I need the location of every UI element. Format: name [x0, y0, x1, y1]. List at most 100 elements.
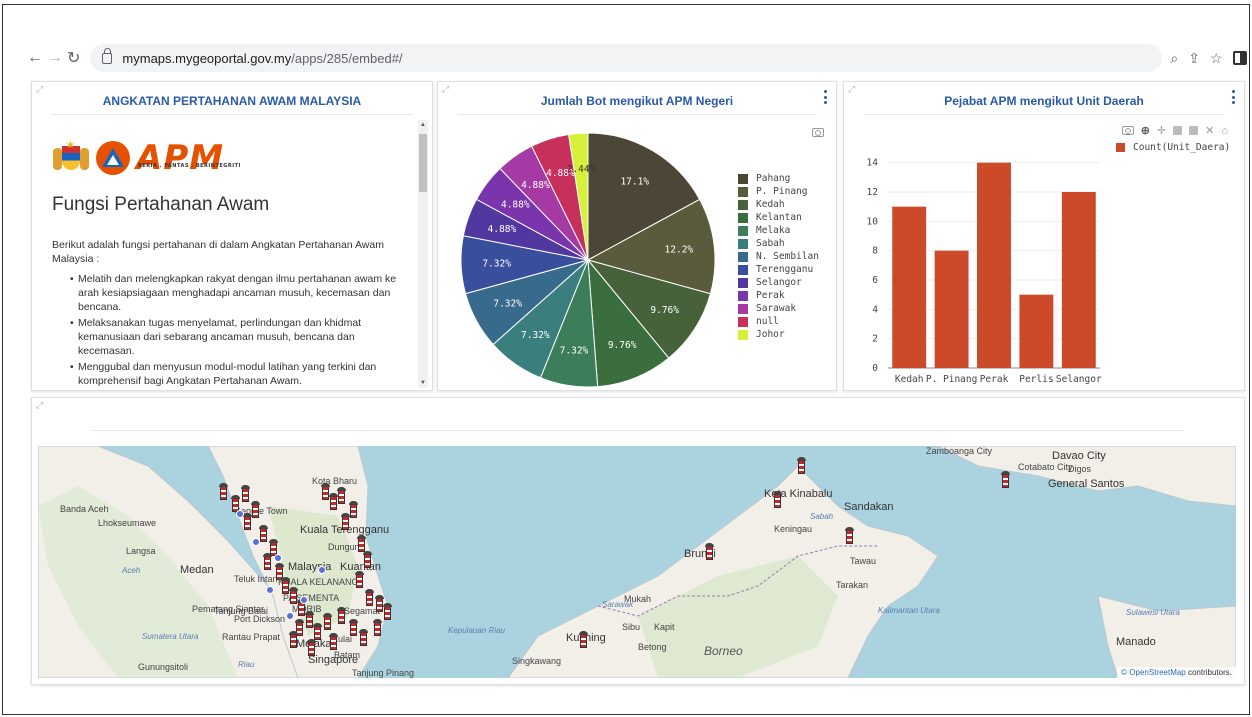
map-marker[interactable]	[219, 483, 228, 500]
browser-toolbar: ← → ↻ mymaps.mygeoportal.gov.my/apps/285…	[27, 41, 1249, 75]
map-marker[interactable]	[259, 525, 268, 542]
map-marker[interactable]	[373, 619, 382, 636]
camera-icon[interactable]	[812, 128, 824, 137]
map-marker[interactable]	[363, 551, 372, 568]
bar[interactable]	[977, 162, 1011, 368]
map-place-label: Medan	[180, 564, 214, 576]
legend-item[interactable]: Johor	[738, 328, 819, 341]
legend-label: Melaka	[756, 225, 791, 236]
map-marker[interactable]	[297, 599, 306, 616]
x-tick-label: P. Pinang	[926, 374, 977, 385]
map-marker[interactable]	[243, 513, 252, 530]
map-marker[interactable]	[289, 587, 298, 604]
divider	[52, 114, 412, 115]
map-marker[interactable]	[1001, 471, 1010, 488]
map-cluster-pin[interactable]	[252, 538, 260, 546]
map-marker[interactable]	[289, 631, 298, 648]
map-cluster-pin[interactable]	[318, 566, 326, 574]
legend-item[interactable]: Terengganu	[738, 263, 819, 276]
reload-icon[interactable]: ↻	[67, 47, 80, 69]
map-marker[interactable]	[579, 631, 588, 648]
legend-swatch	[738, 199, 748, 210]
map-marker[interactable]	[241, 485, 250, 502]
map-marker[interactable]	[349, 619, 358, 636]
map-cluster-pin[interactable]	[300, 596, 308, 604]
legend-item[interactable]: P. Pinang	[738, 185, 819, 198]
pie-chart-panel: ⤢ Jumlah Bot mengikut APM Negeri 17.1% 12…	[437, 81, 837, 391]
back-arrow-icon[interactable]: ←	[27, 47, 43, 69]
legend-swatch	[738, 251, 748, 262]
map-place-label: Davao City	[1052, 450, 1106, 462]
bar[interactable]	[1061, 192, 1096, 368]
bar[interactable]	[892, 206, 927, 368]
legend-item[interactable]: N. Sembilan	[738, 250, 819, 263]
forward-arrow-icon[interactable]: →	[47, 47, 63, 69]
map-marker[interactable]	[305, 611, 314, 628]
pie-slice-label: 7.32%	[493, 299, 522, 310]
legend-item[interactable]: Sarawak	[738, 302, 819, 315]
y-tick-label: 8	[872, 246, 878, 257]
map-place-label: Port Dickson	[234, 614, 286, 624]
map-marker[interactable]	[337, 607, 346, 624]
legend-swatch	[738, 173, 748, 184]
map-view[interactable]: Banda Aceh Lhokseumawe Langsa Medan Pematang…	[38, 446, 1236, 678]
bookmark-star-icon[interactable]: ☆	[1210, 50, 1223, 67]
map-place-label: Digos	[1068, 464, 1092, 474]
expand-icon[interactable]: ⤢	[36, 400, 43, 411]
section-heading: Fungsi Pertahanan Awam	[52, 194, 270, 215]
legend-item[interactable]: Sabah	[738, 237, 819, 250]
map-marker[interactable]	[383, 603, 392, 620]
map-cluster-pin[interactable]	[266, 586, 274, 594]
address-bar[interactable]: mymaps.mygeoportal.gov.my/apps/285/embed…	[90, 44, 1163, 72]
more-options-icon[interactable]	[824, 90, 828, 104]
bar[interactable]	[1019, 294, 1054, 368]
map-marker[interactable]	[251, 501, 260, 518]
map-marker[interactable]	[705, 543, 714, 560]
scroll-thumb[interactable]	[419, 134, 427, 192]
map-cluster-pin[interactable]	[236, 510, 244, 518]
list-item: Menggubal dan menyusun modul-modul latih…	[70, 360, 398, 388]
share-icon[interactable]: ⇪	[1188, 50, 1200, 67]
legend-item[interactable]: Kedah	[738, 198, 819, 211]
legend-item[interactable]: Pahang	[738, 172, 819, 185]
map-marker[interactable]	[845, 527, 854, 544]
divider	[458, 114, 816, 115]
bar[interactable]	[934, 250, 969, 368]
map-marker[interactable]	[281, 577, 290, 594]
scrollbar[interactable]: ▲ ▼	[418, 120, 428, 388]
legend-item[interactable]: Perak	[738, 289, 819, 302]
legend-item[interactable]: Melaka	[738, 224, 819, 237]
map-marker[interactable]	[357, 535, 366, 552]
map-marker[interactable]	[329, 633, 338, 650]
map-marker[interactable]	[313, 623, 322, 640]
map-place-label: Kota Bharu	[312, 476, 358, 486]
map-marker[interactable]	[341, 513, 350, 530]
map-marker[interactable]	[797, 457, 806, 474]
legend-item[interactable]: Selangor	[738, 276, 819, 289]
map-marker[interactable]	[365, 589, 374, 606]
map-marker[interactable]	[375, 595, 384, 612]
map-marker[interactable]	[337, 487, 346, 504]
map-marker[interactable]	[321, 483, 330, 500]
more-options-icon[interactable]	[1232, 90, 1236, 104]
zoom-icon[interactable]: ⌕	[1170, 50, 1178, 67]
map-marker[interactable]	[307, 639, 316, 656]
scroll-down-icon[interactable]: ▼	[420, 380, 426, 386]
map-place-label: Sulawesi Utara	[1126, 608, 1180, 617]
legend-item[interactable]: Kelantan	[738, 211, 819, 224]
osm-link[interactable]: © OpenStreetMap	[1121, 668, 1186, 677]
map-marker[interactable]	[355, 571, 364, 588]
map-marker[interactable]	[359, 629, 368, 646]
map-marker[interactable]	[263, 553, 272, 570]
scroll-up-icon[interactable]: ▲	[420, 122, 426, 128]
map-cluster-pin[interactable]	[286, 612, 294, 620]
pie-slice-label: 4.88%	[488, 224, 517, 235]
side-panel-icon[interactable]	[1232, 51, 1247, 65]
map-place-label: Borneo	[704, 644, 743, 658]
map-marker[interactable]	[349, 501, 358, 518]
legend-item[interactable]: null	[738, 315, 819, 328]
map-marker[interactable]	[773, 491, 782, 508]
map-cluster-pin[interactable]	[274, 554, 282, 562]
map-marker[interactable]	[323, 613, 332, 630]
map-marker[interactable]	[329, 493, 338, 510]
